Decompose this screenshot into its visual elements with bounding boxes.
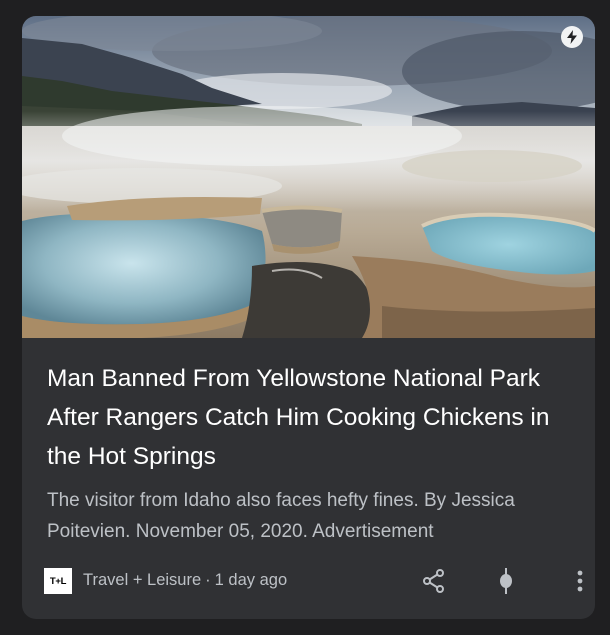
source-logo[interactable]: T+L xyxy=(44,568,72,594)
publish-age: 1 day ago xyxy=(214,571,288,589)
separator-dot: · xyxy=(205,571,211,589)
pin-icon xyxy=(500,568,512,594)
more-options-button[interactable] xyxy=(564,565,595,597)
source-name: Travel + Leisure xyxy=(83,571,202,589)
more-vertical-icon xyxy=(577,570,583,592)
source-attribution[interactable]: Travel + Leisure · 1 day ago xyxy=(83,571,287,590)
share-icon xyxy=(423,569,444,593)
lightning-bolt-icon xyxy=(561,26,583,48)
article-snippet: The visitor from Idaho also faces hefty … xyxy=(47,490,515,542)
news-card[interactable]: Man Banned From Yellowstone National Par… xyxy=(22,16,595,619)
pin-button[interactable] xyxy=(490,565,522,597)
card-footer: T+L Travel + Leisure · 1 day ago xyxy=(44,565,583,597)
article-image[interactable] xyxy=(22,16,595,338)
article-headline[interactable]: Man Banned From Yellowstone National Par… xyxy=(47,359,567,476)
share-button[interactable] xyxy=(418,565,450,597)
